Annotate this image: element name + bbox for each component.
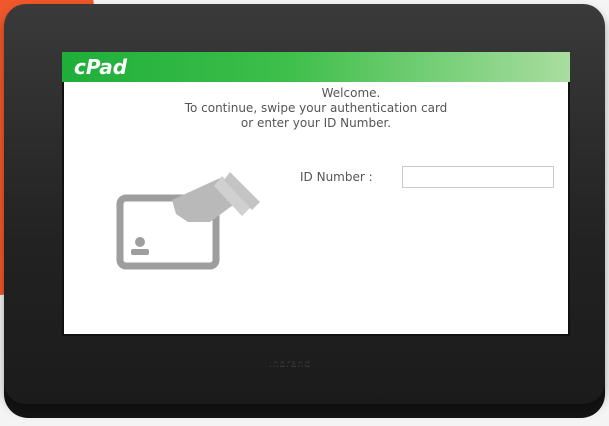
device-screen: cPad Welcome. To continue, swipe your au…: [62, 52, 570, 336]
app-title: cPad: [74, 55, 128, 79]
id-number-input[interactable]: [402, 166, 554, 188]
card-swipe-icon: [102, 170, 262, 294]
brand-plate: Inbrand: [269, 358, 312, 369]
user-icon: [131, 237, 149, 255]
welcome-message: Welcome. To continue, swipe your authent…: [62, 86, 570, 131]
card-reader-device: cPad Welcome. To continue, swipe your au…: [4, 4, 605, 418]
welcome-line-3: or enter your ID Number.: [240, 116, 392, 130]
id-number-label: ID Number :: [300, 170, 373, 184]
device-base: [4, 378, 605, 418]
app-header: cPad: [62, 52, 570, 82]
welcome-line-2: To continue, swipe your authentication c…: [184, 101, 448, 115]
welcome-line-1: Welcome.: [321, 86, 381, 100]
